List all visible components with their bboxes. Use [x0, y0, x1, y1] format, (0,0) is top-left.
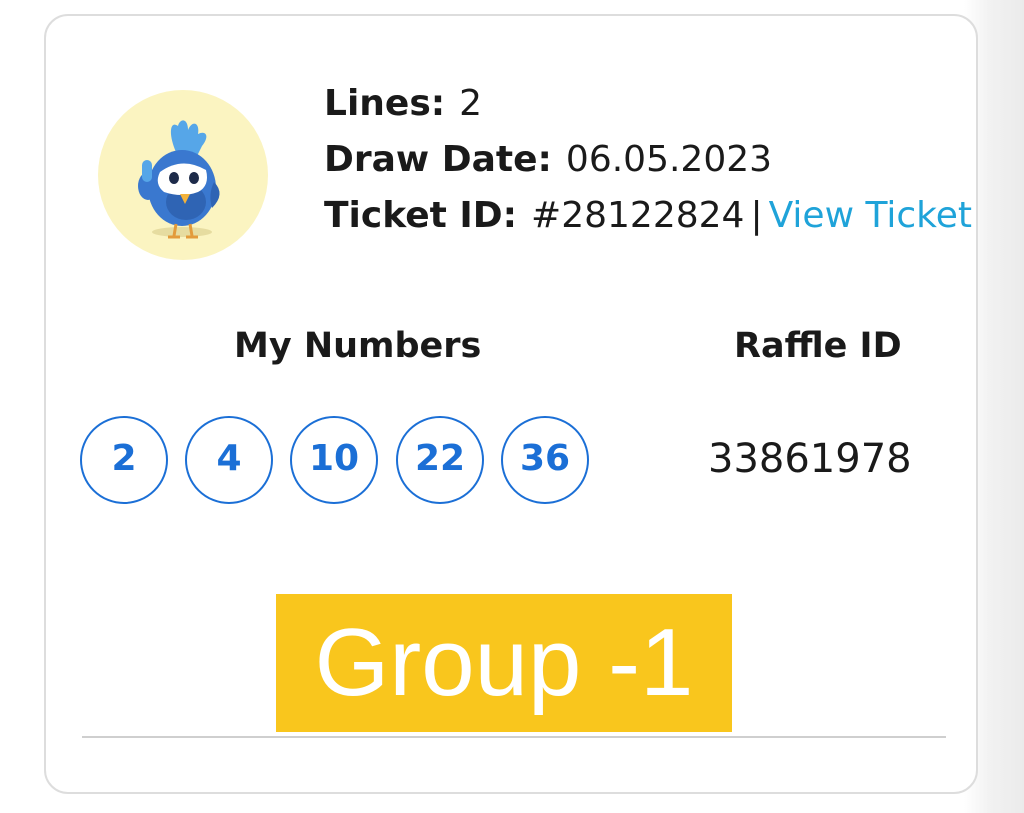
number-ball: 10: [290, 416, 378, 504]
divider: [82, 736, 946, 738]
raffle-id-heading: Raffle ID: [734, 326, 902, 366]
number-ball: 2: [80, 416, 168, 504]
mascot-thumbs-up-icon: [98, 90, 268, 260]
separator: |: [750, 195, 763, 236]
number-ball: 36: [501, 416, 589, 504]
mascot-illustration: [138, 120, 220, 239]
number-ball: 4: [185, 416, 273, 504]
ticket-info: Lines: 2 Draw Date: 06.05.2023 Ticket ID: #…: [324, 76, 972, 244]
lines-value: 2: [459, 83, 483, 124]
lines-row: Lines: 2: [324, 76, 972, 132]
draw-date-value: 06.05.2023: [565, 139, 773, 180]
view-ticket-link[interactable]: View Ticket: [769, 195, 972, 236]
ticket-card: Lines: 2 Draw Date: 06.05.2023 Ticket ID: #…: [44, 14, 978, 794]
number-ball: 22: [396, 416, 484, 504]
raffle-id-value: 33861978: [708, 436, 912, 482]
group-banner: Group -1: [276, 594, 732, 732]
draw-date-row: Draw Date: 06.05.2023: [324, 132, 972, 188]
ticket-id-value: #28122824: [531, 195, 745, 236]
ticket-id-label: Ticket ID:: [324, 195, 518, 236]
my-numbers-heading: My Numbers: [234, 326, 482, 366]
lines-label: Lines:: [324, 83, 446, 124]
draw-date-label: Draw Date:: [324, 139, 552, 180]
ticket-id-row: Ticket ID: #28122824 | View Ticket: [324, 188, 972, 244]
